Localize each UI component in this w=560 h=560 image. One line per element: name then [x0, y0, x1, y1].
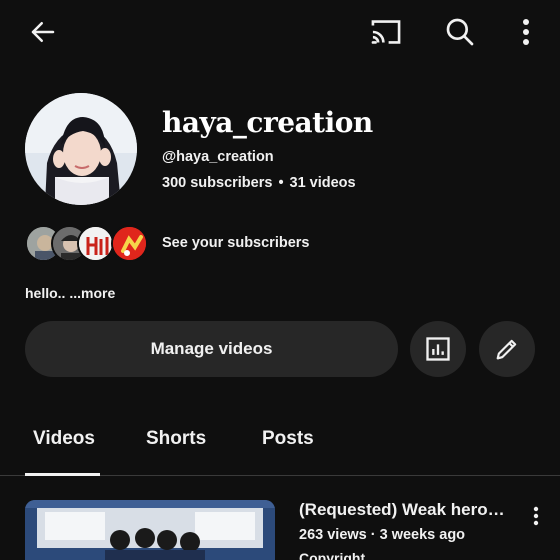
- video-thumbnail[interactable]: [25, 500, 275, 560]
- channel-name: haya_creation: [162, 106, 373, 139]
- search-icon: [446, 18, 474, 46]
- tab-posts[interactable]: Posts: [262, 428, 314, 450]
- edit-pencil-icon: [496, 339, 517, 360]
- channel-description[interactable]: hello.. ...more: [25, 285, 115, 301]
- see-subscribers-link[interactable]: See your subscribers: [162, 235, 310, 251]
- video-title[interactable]: (Requested) Weak hero cl...: [299, 500, 509, 520]
- manage-videos-button[interactable]: Manage videos: [25, 321, 398, 377]
- bio-more-link[interactable]: ...more: [69, 285, 115, 301]
- more-options-button[interactable]: [504, 10, 548, 54]
- top-app-bar: [0, 0, 560, 62]
- search-button[interactable]: [438, 10, 482, 54]
- edit-channel-button[interactable]: [479, 321, 535, 377]
- subscriber-avatar: [77, 225, 114, 262]
- channel-avatar[interactable]: [25, 93, 137, 205]
- analytics-icon: [426, 337, 450, 361]
- bio-text: hello..: [25, 285, 66, 301]
- cast-icon: [371, 20, 401, 44]
- subscriber-count: 300 subscribers: [162, 175, 273, 191]
- subscriber-avatars[interactable]: [25, 225, 149, 263]
- stats-separator: •: [278, 175, 284, 191]
- video-meta: 263 views · 3 weeks ago: [299, 527, 466, 543]
- more-vert-icon: [533, 506, 539, 526]
- back-arrow-icon: [31, 22, 55, 42]
- cast-button[interactable]: [364, 10, 408, 54]
- channel-stats: 300 subscribers • 31 videos: [162, 175, 356, 191]
- more-vert-icon: [523, 19, 529, 45]
- channel-handle: @haya_creation: [162, 149, 274, 165]
- channel-tabs: Videos Shorts Posts: [0, 410, 560, 476]
- analytics-button[interactable]: [410, 321, 466, 377]
- video-more-button[interactable]: [524, 502, 548, 530]
- subscriber-avatar: [111, 225, 148, 262]
- video-count: 31 videos: [289, 175, 356, 191]
- tab-shorts[interactable]: Shorts: [146, 428, 206, 450]
- back-button[interactable]: [21, 10, 65, 54]
- active-tab-indicator: [25, 473, 100, 476]
- tab-videos[interactable]: Videos: [33, 428, 95, 450]
- video-copyright-label: Copyright: [299, 550, 366, 560]
